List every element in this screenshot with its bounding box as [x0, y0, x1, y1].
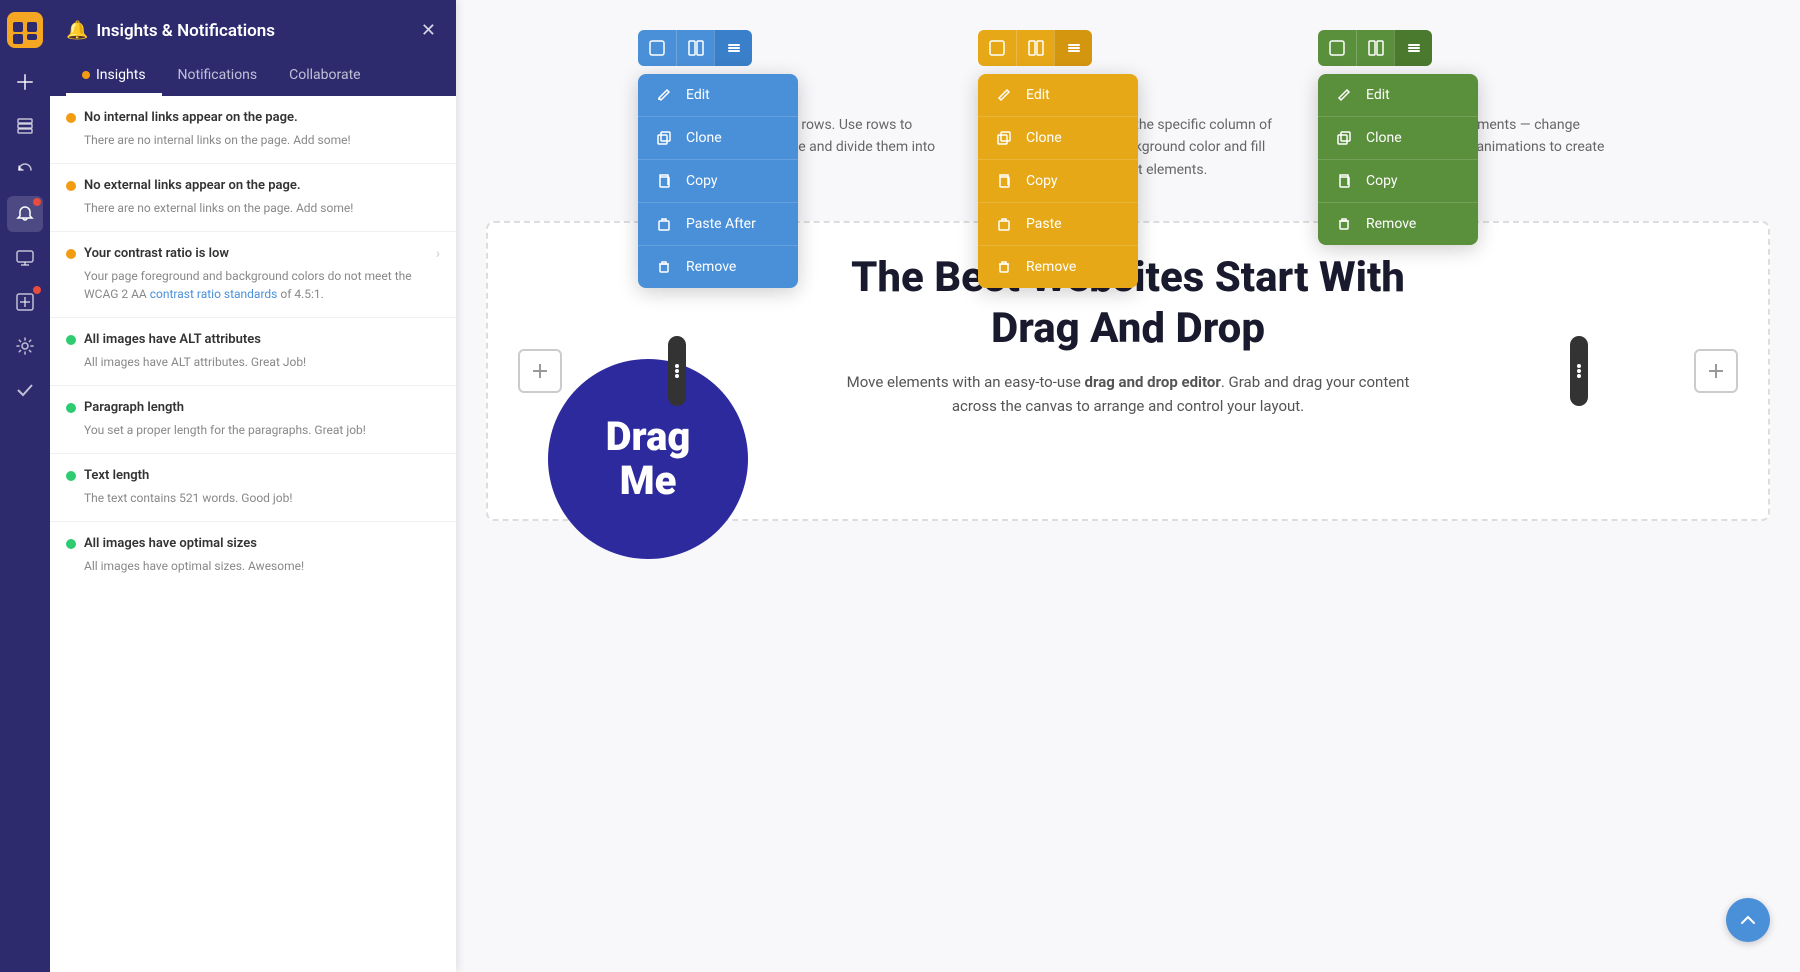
col-edit-item[interactable]: Edit: [978, 74, 1138, 117]
row-btn-layout2[interactable]: [676, 30, 714, 66]
insight-contrast-ratio: Your contrast ratio is low › Your page f…: [50, 232, 456, 318]
column-control-group: Edit Clone Copy: [978, 30, 1278, 181]
col-btn-layout1[interactable]: [978, 30, 1016, 66]
tab-notifications[interactable]: Notifications: [162, 57, 274, 96]
row-control-group: Edit Clone Copy: [638, 30, 938, 181]
status-dot-yellow: [66, 181, 76, 191]
clone-icon: [654, 128, 674, 148]
status-dot-green: [66, 539, 76, 549]
col-clone-item[interactable]: Clone: [978, 117, 1138, 160]
hero-subtext: Move elements with an easy-to-use drag a…: [828, 370, 1428, 418]
row-toolbar: [638, 30, 752, 66]
copy-icon: [1334, 171, 1354, 191]
scroll-to-top-button[interactable]: [1726, 898, 1770, 942]
drag-handle-left[interactable]: [668, 336, 686, 406]
sidebar: [0, 0, 50, 972]
col-copy-item[interactable]: Copy: [978, 160, 1138, 203]
panel-bell-icon: 🔔: [66, 20, 88, 41]
row-edit-item[interactable]: Edit: [638, 74, 798, 117]
insights-list: No internal links appear on the page. Th…: [50, 96, 456, 972]
contrast-link[interactable]: contrast ratio standards: [150, 287, 278, 301]
elem-btn-menu[interactable]: [1394, 30, 1432, 66]
copy-icon: [654, 171, 674, 191]
app-logo[interactable]: [7, 12, 43, 48]
main-content: Edit Clone Copy: [456, 0, 1800, 972]
panel-header: 🔔 Insights & Notifications ✕ Insights No…: [50, 0, 456, 96]
column-toolbar: [978, 30, 1092, 66]
flag-badge: [33, 286, 41, 294]
row-dropdown: Edit Clone Copy: [638, 74, 798, 288]
notification-badge: [33, 198, 41, 206]
panel-title: Insights & Notifications: [96, 21, 275, 41]
panel-tabs: Insights Notifications Collaborate: [66, 57, 440, 96]
elem-btn-layout1[interactable]: [1318, 30, 1356, 66]
elem-btn-layout2[interactable]: [1356, 30, 1394, 66]
paste-icon: [994, 214, 1014, 234]
panel-close-button[interactable]: ✕: [417, 16, 440, 45]
insight-image-sizes: All images have optimal sizes All images…: [50, 522, 456, 589]
trash-icon: [654, 257, 674, 277]
element-control-group: Edit Clone Copy: [1318, 30, 1618, 181]
controls-section: Edit Clone Copy: [486, 30, 1770, 181]
status-dot-green: [66, 471, 76, 481]
status-dot-green: [66, 403, 76, 413]
flag-icon[interactable]: [7, 284, 43, 320]
insight-text-length: Text length The text contains 521 words.…: [50, 454, 456, 522]
copy-icon: [994, 171, 1014, 191]
col-btn-menu[interactable]: [1054, 30, 1092, 66]
elem-copy-item[interactable]: Copy: [1318, 160, 1478, 203]
edit-icon: [994, 85, 1014, 105]
undo-icon[interactable]: [7, 152, 43, 188]
drag-handle-right[interactable]: [1570, 336, 1588, 406]
status-dot-yellow: [66, 113, 76, 123]
add-column-left-button[interactable]: [518, 349, 562, 393]
chevron-down-icon[interactable]: ›: [436, 246, 440, 262]
clone-icon: [1334, 128, 1354, 148]
row-paste-after-item[interactable]: Paste After: [638, 203, 798, 246]
tab-insights[interactable]: Insights: [66, 57, 162, 96]
row-btn-menu[interactable]: [714, 30, 752, 66]
notifications-icon[interactable]: [7, 196, 43, 232]
status-dot-yellow: [66, 249, 76, 259]
bold-text: drag and drop editor: [1085, 373, 1221, 391]
status-dot-green: [66, 335, 76, 345]
drag-me-circle[interactable]: DragMe: [548, 359, 748, 559]
col-btn-layout2[interactable]: [1016, 30, 1054, 66]
elem-remove-item[interactable]: Remove: [1318, 203, 1478, 245]
element-dropdown: Edit Clone Copy: [1318, 74, 1478, 245]
row-clone-item[interactable]: Clone: [638, 117, 798, 160]
row-copy-item[interactable]: Copy: [638, 160, 798, 203]
row-remove-item[interactable]: Remove: [638, 246, 798, 288]
layers-icon[interactable]: [7, 108, 43, 144]
monitor-icon[interactable]: [7, 240, 43, 276]
element-toolbar: [1318, 30, 1432, 66]
edit-icon: [654, 85, 674, 105]
insight-external-links: No external links appear on the page. Th…: [50, 164, 456, 232]
elem-edit-item[interactable]: Edit: [1318, 74, 1478, 117]
add-page-icon[interactable]: [7, 64, 43, 100]
column-dropdown: Edit Clone Copy: [978, 74, 1138, 288]
elem-clone-item[interactable]: Clone: [1318, 117, 1478, 160]
insight-alt-attributes: All images have ALT attributes All image…: [50, 318, 456, 386]
tab-collaborate[interactable]: Collaborate: [273, 57, 376, 96]
col-remove-item[interactable]: Remove: [978, 246, 1138, 288]
gear-icon[interactable]: [7, 328, 43, 364]
insight-internal-links: No internal links appear on the page. Th…: [50, 96, 456, 164]
row-btn-layout1[interactable]: [638, 30, 676, 66]
trash-icon: [994, 257, 1014, 277]
trash-icon: [1334, 214, 1354, 234]
insights-dot: [82, 71, 90, 79]
add-column-right-button[interactable]: [1694, 349, 1738, 393]
clone-icon: [994, 128, 1014, 148]
check-icon[interactable]: [7, 372, 43, 408]
paste-icon: [654, 214, 674, 234]
edit-icon: [1334, 85, 1354, 105]
insight-paragraph-length: Paragraph length You set a proper length…: [50, 386, 456, 454]
col-paste-item[interactable]: Paste: [978, 203, 1138, 246]
insights-panel: 🔔 Insights & Notifications ✕ Insights No…: [50, 0, 456, 972]
